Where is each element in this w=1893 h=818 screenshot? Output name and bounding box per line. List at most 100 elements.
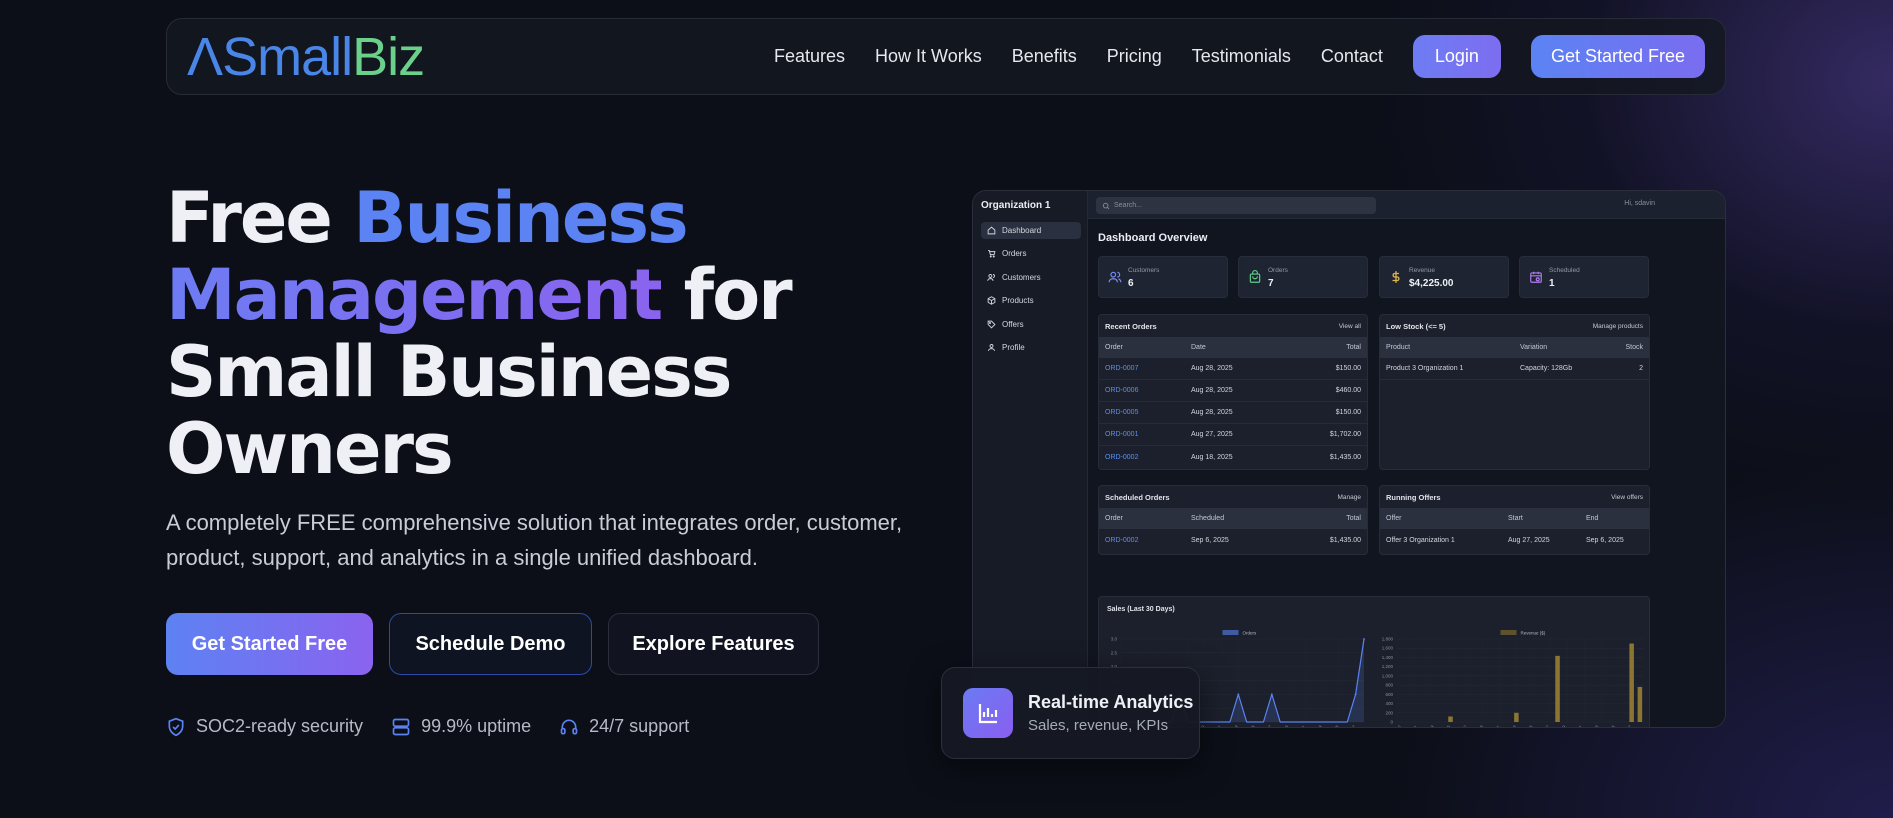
user-greeting[interactable]: Hi, sdavin	[1624, 200, 1655, 207]
trust-support: 24/7 support	[559, 716, 689, 737]
sidebar-item-customers[interactable]: Customers	[981, 269, 1081, 286]
offer-start: Aug 27, 2025	[1508, 536, 1550, 544]
x-tick-label: Aug 19	[1276, 724, 1289, 728]
kpi-label: Scheduled	[1549, 267, 1580, 274]
x-tick-label: Aug 21	[1293, 724, 1306, 728]
order-link[interactable]: ORD-0002	[1105, 454, 1191, 461]
table-row[interactable]: ORD-0001 Aug 27, 2025 $1,702.00	[1099, 424, 1367, 446]
legend-swatch	[1222, 630, 1239, 635]
trust-badges: SOC2-ready security 99.9% uptime 24/7 su…	[166, 716, 717, 737]
schedule-demo-button[interactable]: Schedule Demo	[389, 613, 592, 675]
y-tick-label: 200	[1385, 710, 1393, 715]
col-end: End	[1586, 515, 1599, 522]
dashboard-search-input[interactable]: Search...	[1096, 197, 1376, 214]
col-product: Product	[1386, 344, 1411, 351]
revenue-bar	[1514, 712, 1519, 722]
nav-link-pricing[interactable]: Pricing	[1107, 46, 1162, 67]
dollar-icon	[1392, 271, 1400, 283]
y-tick-label: 1,000	[1382, 673, 1394, 678]
order-link[interactable]: ORD-0005	[1105, 409, 1191, 416]
order-link[interactable]: ORD-0007	[1105, 365, 1191, 372]
nav-link-features[interactable]: Features	[774, 46, 845, 67]
revenue-bar	[1637, 686, 1643, 722]
col-date: Date	[1191, 344, 1206, 351]
trust-security: SOC2-ready security	[166, 716, 363, 737]
order-link[interactable]: ORD-0001	[1105, 431, 1191, 438]
brand-logo[interactable]: ΛSmall Biz	[187, 26, 425, 87]
x-tick-label: Aug 25	[1603, 724, 1616, 728]
kpi-customers: Customers 6	[1098, 256, 1228, 298]
order-date: Aug 28, 2025	[1191, 409, 1233, 416]
x-tick-label: Aug 23	[1310, 724, 1323, 728]
legend-swatch	[1500, 630, 1517, 635]
nav-link-how-it-works[interactable]: How It Works	[875, 46, 982, 67]
cart-icon	[988, 250, 996, 258]
nav-get-started-button[interactable]: Get Started Free	[1530, 35, 1705, 78]
sidebar-label: Dashboard	[1002, 226, 1042, 235]
sidebar-item-dashboard[interactable]: Dashboard	[981, 222, 1081, 239]
hero-get-started-button[interactable]: Get Started Free	[166, 613, 373, 675]
shield-check-icon	[168, 717, 184, 736]
user-icon	[988, 344, 995, 351]
nav-link-contact[interactable]: Contact	[1321, 46, 1383, 67]
y-tick-label: 800	[1385, 683, 1393, 688]
x-tick-label: Aug 23	[1586, 724, 1599, 728]
nav-link-testimonials[interactable]: Testimonials	[1192, 46, 1291, 67]
dashboard-sidebar: Organization 1 Dashboard Orders Customer…	[973, 191, 1088, 727]
sidebar-item-offers[interactable]: Offers	[981, 316, 1081, 333]
x-tick-label: Aug 27	[1619, 724, 1632, 728]
kpi-value: 1	[1549, 278, 1555, 289]
view-offers-link[interactable]: View offers	[1611, 494, 1643, 501]
title-for: for	[661, 254, 793, 336]
revenue-bar	[1448, 716, 1453, 722]
dashboard-main: Dashboard Overview Customers 6 Orders 7 …	[1088, 219, 1725, 727]
table-row[interactable]: ORD-0002 Sep 6, 2025 $1,435.00	[1099, 529, 1367, 551]
login-button[interactable]: Login	[1412, 35, 1501, 78]
running-offers-panel: Running Offers View offers Offer Start E…	[1379, 485, 1650, 555]
table-row[interactable]: ORD-0002 Aug 18, 2025 $1,435.00	[1099, 446, 1367, 468]
top-navbar: ΛSmall Biz Features How It Works Benefits…	[166, 18, 1726, 95]
box-icon	[987, 296, 996, 305]
y-tick-label: 1,800	[1382, 637, 1394, 642]
kpi-revenue: Revenue $4,225.00	[1379, 256, 1509, 298]
y-tick-label: 3.0	[1111, 637, 1118, 642]
x-tick-label: Aug 5	[1440, 724, 1452, 728]
x-tick-label: Aug 3	[1423, 724, 1435, 728]
x-tick-label: Aug 11	[1488, 724, 1501, 728]
col-stock: Stock	[1625, 344, 1643, 351]
sidebar-item-orders[interactable]: Orders	[981, 245, 1081, 262]
panel-title: Running Offers	[1386, 492, 1441, 502]
table-row[interactable]: Product 3 Organization 1 Capacity: 128Gb…	[1380, 358, 1649, 380]
sidebar-label: Profile	[1002, 342, 1025, 352]
table-row[interactable]: Offer 3 Organization 1 Aug 27, 2025 Sep …	[1380, 529, 1649, 551]
kpi-orders: Orders 7	[1238, 256, 1368, 298]
col-start: Start	[1508, 515, 1523, 522]
order-link[interactable]: ORD-0006	[1105, 387, 1191, 394]
kpi-label: Orders	[1268, 267, 1288, 274]
manage-products-link[interactable]: Manage products	[1593, 323, 1643, 330]
col-total: Total	[1346, 344, 1361, 351]
table-row[interactable]: ORD-0005 Aug 28, 2025 $150.00	[1099, 402, 1367, 424]
y-tick-label: 1,600	[1382, 646, 1394, 651]
hero-buttons: Get Started Free Schedule Demo Explore F…	[166, 613, 835, 675]
order-date: Aug 18, 2025	[1191, 453, 1233, 461]
manage-link[interactable]: Manage	[1338, 494, 1362, 501]
table-header: Order Scheduled Total	[1099, 508, 1367, 529]
sidebar-item-products[interactable]: Products	[981, 292, 1081, 309]
kpi-label: Customers	[1128, 267, 1160, 274]
logo-part-b: Biz	[352, 26, 425, 87]
sidebar-item-profile[interactable]: Profile	[981, 339, 1081, 356]
order-link[interactable]: ORD-0002	[1105, 537, 1191, 544]
x-tick-label: Aug 9	[1473, 724, 1485, 728]
bag-icon	[1249, 270, 1261, 283]
table-row[interactable]: ORD-0007 Aug 28, 2025 $150.00	[1099, 358, 1367, 380]
col-variation: Variation	[1520, 344, 1548, 351]
view-all-link[interactable]: View all	[1339, 323, 1361, 330]
panel-title: Scheduled Orders	[1105, 492, 1170, 502]
server-icon	[392, 718, 410, 735]
sidebar-label: Orders	[1002, 249, 1027, 259]
table-row[interactable]: ORD-0006 Aug 28, 2025 $460.00	[1099, 380, 1367, 402]
title-line3: Small Business	[166, 331, 732, 413]
nav-link-benefits[interactable]: Benefits	[1012, 46, 1077, 67]
explore-features-button[interactable]: Explore Features	[608, 613, 819, 675]
